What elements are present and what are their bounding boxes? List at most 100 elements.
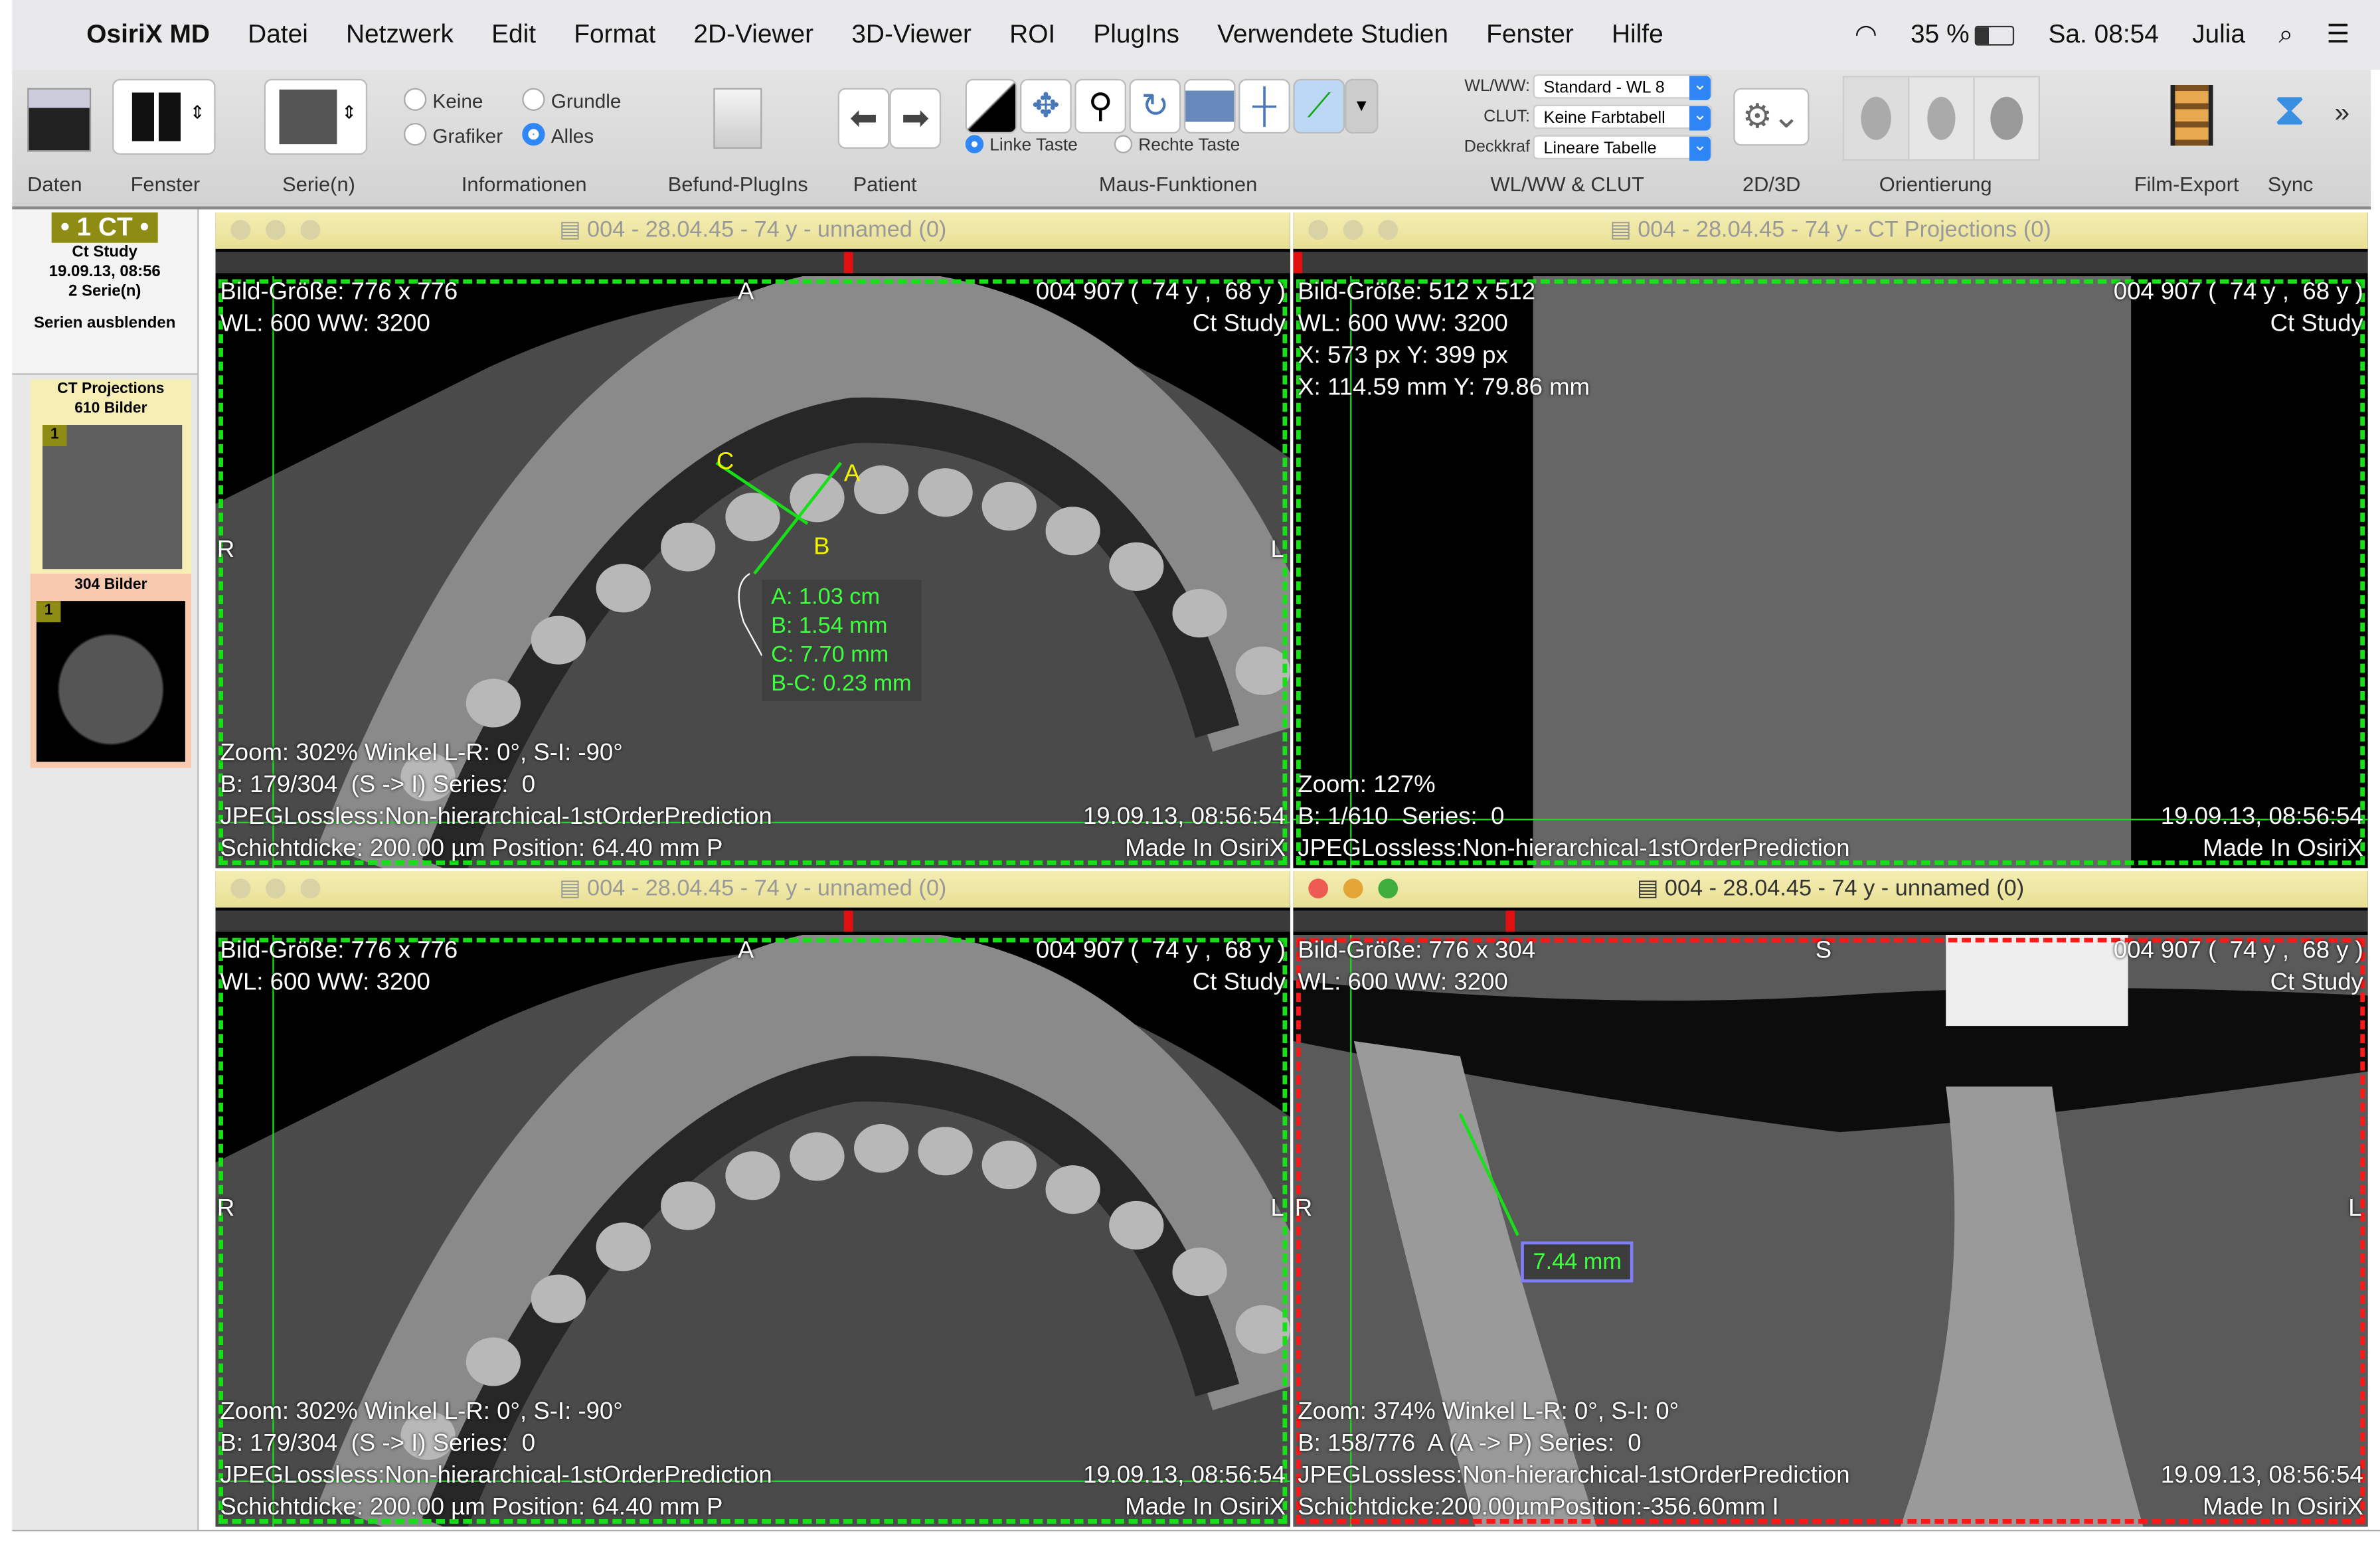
menu-2d-viewer[interactable]: 2D-Viewer: [693, 20, 813, 50]
measure-tool-button[interactable]: ⟋: [1293, 78, 1345, 134]
database-button[interactable]: [27, 88, 92, 152]
series-image-count: 610 Bilder: [74, 400, 147, 418]
report-plugin-icon[interactable]: [713, 88, 762, 149]
study-header[interactable]: • 1 CT • Ct Study 19.09.13, 08:56 2 Seri…: [12, 209, 198, 375]
menu-3d-viewer[interactable]: 3D-Viewer: [851, 20, 972, 50]
mouse-radio-right[interactable]: Rechte Taste: [1114, 135, 1240, 155]
rotate-tool-button[interactable]: ↻: [1129, 78, 1181, 134]
orientation-axial-icon[interactable]: [1842, 76, 1910, 161]
menu-edit[interactable]: Edit: [491, 20, 536, 50]
film-export-icon[interactable]: [2170, 84, 2213, 146]
user-name[interactable]: Julia: [2192, 20, 2245, 50]
crosshair-tool-button[interactable]: ┼: [1238, 78, 1290, 134]
zoom-icon[interactable]: [300, 878, 321, 899]
menu-roi[interactable]: ROI: [1009, 20, 1055, 50]
zoom-icon[interactable]: [1378, 220, 1399, 240]
zoom-tool-button[interactable]: ⚲: [1074, 78, 1126, 134]
close-icon[interactable]: [230, 878, 251, 899]
info-radio-grafiker[interactable]: Grafiker: [403, 123, 503, 147]
menu-fenster[interactable]: Fenster: [1486, 20, 1574, 50]
scroll-tool-button[interactable]: [1183, 78, 1236, 134]
orientation-sagittal-icon[interactable]: [1973, 76, 2040, 161]
measurement-label[interactable]: A: 1.03 cm B: 1.54 mm C: 7.70 mm B-C: 0.…: [762, 580, 921, 701]
orientation-top: A: [737, 938, 754, 964]
close-icon[interactable]: [1308, 878, 1328, 899]
toolbar-overflow-button[interactable]: »: [2334, 97, 2349, 129]
menu-recent-studies[interactable]: Verwendete Studien: [1217, 20, 1448, 50]
gear-icon[interactable]: ⚙⌄: [1733, 88, 1810, 146]
series-preview: 1: [36, 601, 185, 762]
clock[interactable]: Sa. 08:54: [2048, 20, 2158, 50]
window-controls[interactable]: [1308, 220, 1399, 240]
slice-scrollbar[interactable]: [1293, 252, 2368, 274]
info-radio-keine[interactable]: Keine: [403, 88, 483, 112]
series-preview: 1: [42, 424, 183, 570]
info-radio-grundle[interactable]: Grundle: [522, 88, 621, 112]
wifi-icon[interactable]: ◠: [1855, 20, 1877, 50]
series-sidebar: • 1 CT • Ct Study 19.09.13, 08:56 2 Seri…: [12, 209, 199, 1530]
series-thumbnail-axial[interactable]: 304 Bilder 1: [30, 573, 191, 768]
slice-scrollbar[interactable]: [215, 910, 1290, 932]
menu-datei[interactable]: Datei: [248, 20, 308, 50]
move-tool-button[interactable]: ✥: [1019, 78, 1072, 134]
minimize-icon[interactable]: [1343, 220, 1363, 240]
wlww-label: WL/WW:: [1464, 77, 1530, 96]
close-icon[interactable]: [1308, 220, 1328, 240]
slice-scrollbar[interactable]: [1293, 910, 2368, 932]
viewer-3[interactable]: ▤ 004 - 28.04.45 - 74 y - unnamed (0) Bi…: [215, 870, 1290, 1527]
clut-select[interactable]: Keine Farbtabell: [1533, 104, 1713, 131]
series-layout-button[interactable]: ⇕: [264, 78, 368, 155]
toolbar-label-patient: Patient: [853, 173, 917, 196]
menu-plugins[interactable]: PlugIns: [1093, 20, 1179, 50]
toolbar-label-sync: Sync: [2267, 173, 2314, 196]
minimize-icon[interactable]: [265, 878, 286, 899]
menu-app[interactable]: OsiriX MD: [86, 20, 210, 50]
viewer-4[interactable]: ▤ 004 - 28.04.45 - 74 y - unnamed (0) Bi…: [1293, 870, 2368, 1527]
menu-format[interactable]: Format: [574, 20, 655, 50]
opacity-select[interactable]: Lineare Tabelle: [1533, 135, 1713, 161]
viewer-title-bar[interactable]: ▤ 004 - 28.04.45 - 74 y - unnamed (0): [1293, 870, 2368, 908]
info-radio-alles[interactable]: Alles: [522, 123, 594, 147]
overlay-top-right: 004 907 ( 74 y , 68 y ) Ct Study: [1035, 938, 1286, 996]
zoom-icon[interactable]: [1378, 878, 1399, 899]
series-icon: [279, 89, 337, 145]
toolbar-label-daten: Daten: [27, 173, 82, 196]
angle-measurement-lines[interactable]: [216, 212, 1290, 868]
slice-scroll-knob[interactable]: [1293, 252, 1303, 274]
previous-patient-button[interactable]: ⬅: [837, 88, 890, 149]
document-icon: ▤: [559, 875, 588, 902]
viewer-1[interactable]: ▤ 004 - 28.04.45 - 74 y - unnamed (0) Bi…: [215, 212, 1290, 868]
toolbar-label-befund: Befund-PlugIns: [667, 173, 808, 196]
viewer-2[interactable]: ▤ 004 - 28.04.45 - 74 y - CT Projections…: [1293, 212, 2368, 868]
overlay-bottom-left: Zoom: 374% Winkel L-R: 0°, S-I: 0° B: 15…: [1298, 1399, 1850, 1521]
toolbar-label-serien: Serie(n): [282, 173, 355, 196]
next-patient-button[interactable]: ➡: [889, 88, 942, 149]
mouse-radio-left[interactable]: Linke Taste: [965, 135, 1078, 155]
viewer-title-bar[interactable]: ▤ 004 - 28.04.45 - 74 y - CT Projections…: [1293, 212, 2368, 249]
slice-scroll-knob[interactable]: [843, 910, 853, 932]
viewer-title-bar[interactable]: ▤ 004 - 28.04.45 - 74 y - unnamed (0): [215, 870, 1290, 908]
study-series-count: 2 Serie(n): [68, 282, 141, 301]
menu-netzwerk[interactable]: Netzwerk: [346, 20, 454, 50]
series-thumbnail-projections[interactable]: CT Projections 610 Bilder 1: [30, 379, 191, 574]
menu-hilfe[interactable]: Hilfe: [1612, 20, 1663, 50]
roi-menu-chevron-icon[interactable]: ▼: [1345, 78, 1379, 134]
window-controls[interactable]: [230, 878, 321, 899]
minimize-icon[interactable]: [1343, 878, 1363, 899]
viewer-title: 004 - 28.04.45 - 74 y - unnamed (0): [587, 875, 947, 902]
list-icon[interactable]: ☰: [2326, 20, 2349, 50]
sync-icon[interactable]: ⧗: [2274, 85, 2306, 137]
overlay-top-right: 004 907 ( 74 y , 68 y ) Ct Study: [2113, 938, 2363, 996]
window-layout-button[interactable]: ⇕: [112, 78, 216, 155]
study-date: 19.09.13, 08:56: [48, 262, 161, 281]
slice-scroll-knob[interactable]: [1505, 910, 1515, 932]
battery-percent[interactable]: 35 %: [1911, 20, 1970, 50]
orientation-coronal-icon[interactable]: [1908, 76, 1975, 161]
wl-tool-button[interactable]: [965, 78, 1017, 134]
window-controls[interactable]: [1308, 878, 1399, 899]
length-measurement-label[interactable]: 7.44 mm: [1521, 1241, 1634, 1283]
search-icon[interactable]: ⌕: [2278, 20, 2293, 50]
wlww-select[interactable]: Standard - WL 8: [1533, 74, 1713, 100]
toolbar-label-maus: Maus-Funktionen: [1098, 173, 1258, 196]
hide-series-button[interactable]: Serien ausblenden: [12, 314, 197, 334]
